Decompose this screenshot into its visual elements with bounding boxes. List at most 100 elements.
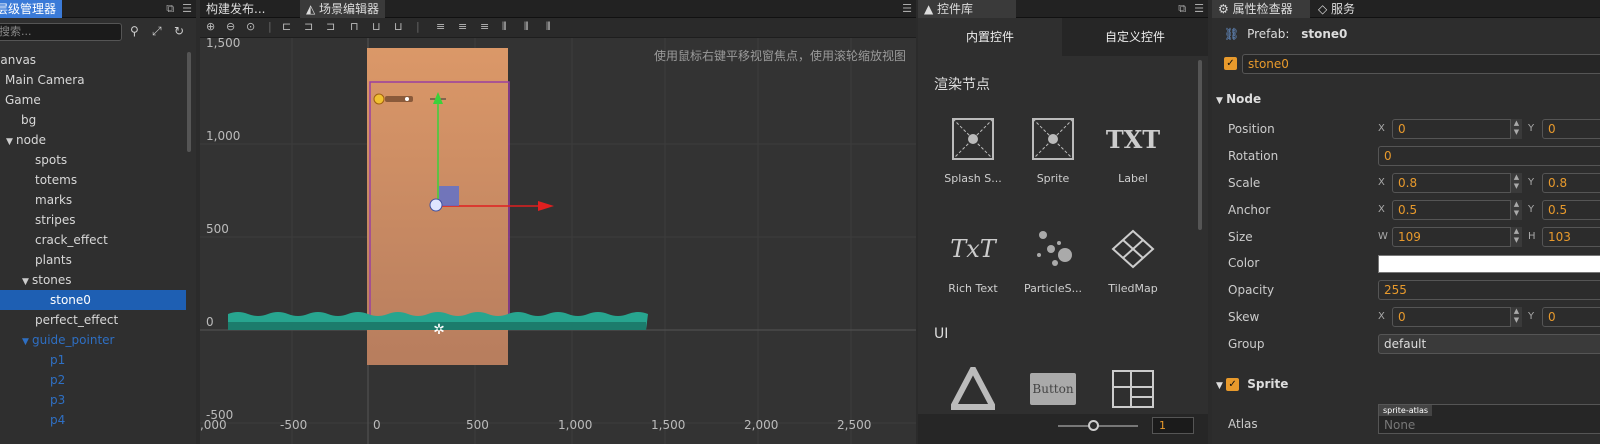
node-section-header[interactable]: ▼ Node bbox=[1216, 88, 1600, 110]
tab-inspector[interactable]: ⚙ 属性检查器 bbox=[1212, 0, 1310, 18]
refresh-icon[interactable]: ↻ bbox=[174, 24, 184, 38]
search-input[interactable]: 搜索... bbox=[0, 23, 122, 41]
scale-x-stepper[interactable]: ▲ ▼ bbox=[1510, 173, 1522, 193]
library-item-rich-text[interactable]: TxT Rich Text bbox=[938, 226, 1008, 295]
distribute-vcenter-icon[interactable]: ≡ bbox=[458, 20, 467, 33]
position-y-field[interactable]: 0 bbox=[1542, 119, 1600, 139]
node-name-field[interactable]: stone0 bbox=[1242, 54, 1600, 74]
hierarchy-scrollbar[interactable] bbox=[187, 52, 191, 152]
tree-node[interactable]: crack_effect bbox=[0, 230, 186, 250]
tree-node[interactable]: p4 bbox=[0, 410, 186, 430]
tree-node[interactable]: ▼ stones bbox=[0, 270, 186, 290]
node-name-row: ✓ stone0 bbox=[1224, 54, 1600, 74]
tree-node[interactable]: p1 bbox=[0, 350, 186, 370]
library-item-particle-system[interactable]: ParticleS... bbox=[1018, 226, 1088, 295]
node-active-checkbox[interactable]: ✓ bbox=[1224, 57, 1237, 70]
expand-arrow-icon[interactable]: ▼ bbox=[6, 132, 16, 152]
zoom-value-field[interactable]: 1 bbox=[1152, 417, 1194, 434]
library-item-tiledmap[interactable]: TiledMap bbox=[1098, 226, 1168, 295]
tab-custom-controls[interactable]: 自定义控件 bbox=[1062, 18, 1208, 56]
sprite-enabled-checkbox[interactable]: ✓ bbox=[1226, 378, 1240, 391]
menu-icon[interactable]: ☰ bbox=[902, 2, 912, 15]
tree-node[interactable]: Main Camera bbox=[0, 70, 186, 90]
sprite-section-header[interactable]: ▼ ✓ Sprite bbox=[1216, 373, 1600, 395]
scale-x-field[interactable]: 0.8 bbox=[1392, 173, 1522, 193]
position-x-field[interactable]: 0 bbox=[1392, 119, 1522, 139]
tree-node[interactable]: plants bbox=[0, 250, 186, 270]
size-height-field[interactable]: 103 bbox=[1542, 227, 1600, 247]
atlas-field[interactable]: sprite-atlas None bbox=[1378, 404, 1600, 434]
popout-icon[interactable]: ⧉ bbox=[166, 2, 174, 15]
tab-hierarchy[interactable]: 层级管理器 bbox=[0, 0, 63, 18]
size-width-stepper[interactable]: ▲ ▼ bbox=[1510, 227, 1522, 247]
tree-node[interactable]: p3 bbox=[0, 390, 186, 410]
tree-node[interactable]: marks bbox=[0, 190, 186, 210]
tab-scene-editor[interactable]: ◭ 场景编辑器 bbox=[300, 0, 386, 18]
tree-node[interactable]: ▼ guide_pointer bbox=[0, 330, 186, 350]
tree-node[interactable]: totems bbox=[0, 170, 186, 190]
tree-node[interactable]: ▼ node bbox=[0, 130, 186, 150]
library-item-label[interactable]: TXT Label bbox=[1098, 116, 1168, 186]
skew-x-stepper[interactable]: ▲ ▼ bbox=[1510, 307, 1522, 327]
zoom-in-icon[interactable]: ⊕ bbox=[206, 20, 215, 33]
zoom-slider-handle[interactable] bbox=[1088, 420, 1099, 431]
opacity-field[interactable]: 255 bbox=[1378, 280, 1600, 300]
anchor-x-stepper[interactable]: ▲ ▼ bbox=[1510, 200, 1522, 220]
menu-icon[interactable]: ☰ bbox=[1194, 2, 1204, 15]
move-gizmo-x-arrow-icon[interactable] bbox=[538, 201, 554, 211]
zoom-out-icon[interactable]: ⊖ bbox=[226, 20, 235, 33]
popout-icon[interactable]: ⧉ bbox=[1178, 2, 1186, 15]
skew-x-field[interactable]: 0 bbox=[1392, 307, 1522, 327]
tab-build[interactable]: 构建发布... bbox=[200, 0, 271, 18]
align-hcenter-icon[interactable]: ⊐ bbox=[304, 20, 313, 33]
align-top-icon[interactable]: ⊓ bbox=[350, 20, 359, 33]
skew-y-field[interactable]: 0 bbox=[1542, 307, 1600, 327]
anchor-x-field[interactable]: 0.5 bbox=[1392, 200, 1522, 220]
particle-system-icon bbox=[1030, 226, 1076, 272]
scale-y-field[interactable]: 0.8 bbox=[1542, 173, 1600, 193]
expand-icon[interactable]: ⤢ bbox=[152, 24, 162, 39]
tree-node[interactable]: spots bbox=[0, 150, 186, 170]
expand-arrow-icon[interactable]: ▼ bbox=[22, 332, 32, 352]
library-item-splash-sprite[interactable]: Splash S... bbox=[938, 116, 1008, 185]
scene-canvas[interactable]: ✲ bbox=[200, 38, 916, 444]
rotation-field[interactable]: 0 bbox=[1378, 146, 1600, 166]
expand-arrow-icon[interactable]: ▼ bbox=[22, 272, 32, 292]
align-right-icon[interactable]: ⊐ bbox=[326, 20, 335, 33]
align-left-icon[interactable]: ⊏ bbox=[282, 20, 291, 33]
position-x-stepper[interactable]: ▲ ▼ bbox=[1510, 119, 1522, 139]
tab-services[interactable]: ◇ 服务 bbox=[1312, 0, 1361, 18]
anchor-y-field[interactable]: 0.5 bbox=[1542, 200, 1600, 220]
tree-node[interactable]: perfect_effect bbox=[0, 310, 186, 330]
tree-node[interactable]: Canvas bbox=[0, 50, 186, 70]
hierarchy-search-row: 搜索... ⚲ ⤢ ↻ bbox=[0, 20, 196, 44]
prefab-name: stone0 bbox=[1301, 27, 1348, 41]
distribute-left-icon[interactable]: ⫴ bbox=[502, 20, 507, 34]
search-icon[interactable]: ⚲ bbox=[130, 24, 139, 38]
tree-node[interactable]: stripes bbox=[0, 210, 186, 230]
tab-library[interactable]: ▲ 控件库 bbox=[918, 0, 1016, 18]
menu-icon[interactable]: ☰ bbox=[182, 2, 192, 15]
align-vcenter-icon[interactable]: ⊔ bbox=[372, 20, 381, 33]
distribute-bottom-icon[interactable]: ≡ bbox=[480, 20, 489, 33]
tree-node-selected[interactable]: stone0 bbox=[0, 290, 186, 310]
y-tick-label: 1,000 bbox=[206, 129, 241, 143]
group-select[interactable]: default bbox=[1378, 334, 1600, 354]
library-item-sprite[interactable]: Sprite bbox=[1018, 116, 1088, 185]
scene-viewport[interactable]: ✲ 使用鼠标右键平移视窗焦点，使用滚轮缩放视图 1,500 1,000 500 … bbox=[200, 36, 916, 444]
distribute-right-icon[interactable]: ⫴ bbox=[546, 20, 551, 34]
tree-node[interactable]: bg bbox=[0, 110, 186, 130]
tab-builtin-controls[interactable]: 内置控件 bbox=[918, 18, 1062, 56]
distribute-top-icon[interactable]: ≡ bbox=[436, 20, 445, 33]
y-tick-label: 0 bbox=[206, 315, 214, 329]
size-width-field[interactable]: 109 bbox=[1392, 227, 1522, 247]
tree-node[interactable]: p2 bbox=[0, 370, 186, 390]
align-bottom-icon[interactable]: ⊔ bbox=[394, 20, 403, 33]
tree-node[interactable]: Game bbox=[0, 90, 186, 110]
zoom-reset-icon[interactable]: ⊙ bbox=[246, 20, 255, 33]
library-scrollbar[interactable] bbox=[1198, 60, 1202, 230]
stone-sprite[interactable] bbox=[429, 198, 443, 212]
services-icon: ◇ bbox=[1318, 2, 1332, 16]
color-swatch[interactable] bbox=[1378, 255, 1600, 273]
distribute-hcenter-icon[interactable]: ⫴ bbox=[524, 20, 529, 34]
